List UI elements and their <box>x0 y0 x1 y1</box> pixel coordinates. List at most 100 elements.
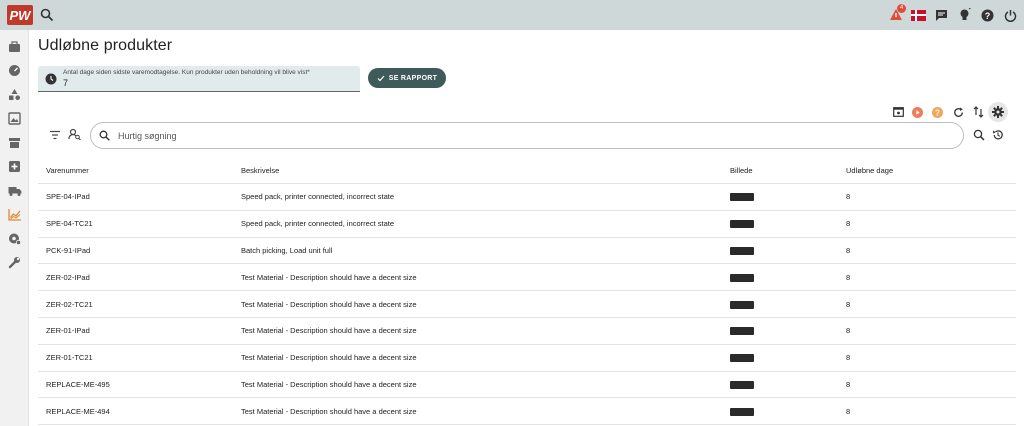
page-title: Udløbne produkter <box>38 37 173 54</box>
sidebar-item-dashboard[interactable] <box>7 63 22 78</box>
cell-sku: PCK-91-IPad <box>46 245 91 255</box>
cell-description: Test Material - Description should have … <box>241 272 417 282</box>
table-settings-button[interactable] <box>988 102 1008 122</box>
cell-description: Test Material - Description should have … <box>241 406 417 416</box>
info-button[interactable]: ? <box>929 104 945 120</box>
cell-description: Test Material - Description should have … <box>241 379 417 389</box>
svg-text:?: ? <box>935 108 940 117</box>
tips-button[interactable] <box>957 8 972 23</box>
product-image-thumbnail[interactable] <box>730 327 754 336</box>
table-row[interactable]: SPE-04-TC21 Speed pack, printer connected… <box>38 211 1016 238</box>
advanced-search-icon[interactable] <box>973 129 985 141</box>
cell-description: Speed pack, printer connected, incorrect… <box>241 219 395 229</box>
history-icon[interactable] <box>992 129 1004 141</box>
table-row[interactable]: ZER-01-TC21 Test Material - Description s… <box>38 345 1016 372</box>
table-row[interactable]: REPLACE-ME-494 Test Material - Descriptio… <box>38 398 1016 426</box>
sort-button[interactable] <box>970 104 986 120</box>
cell-expired-days: 8 <box>846 326 851 336</box>
refresh-button[interactable] <box>950 104 966 120</box>
app-logo[interactable]: PW <box>7 5 33 25</box>
quick-search-box[interactable] <box>90 122 964 149</box>
cell-image <box>722 246 838 255</box>
header-expired-days[interactable]: Udløbne dage <box>838 166 1016 175</box>
alert-button[interactable]: 4 <box>888 3 906 23</box>
search-icon[interactable] <box>40 8 54 22</box>
product-image-thumbnail[interactable] <box>730 273 754 282</box>
cell-image <box>722 380 838 389</box>
language-button[interactable] <box>911 8 926 23</box>
briefcase-icon <box>9 40 20 52</box>
sidebar-item-settings[interactable] <box>7 231 22 246</box>
see-report-label: SE RAPPORT <box>388 74 438 82</box>
cell-description: Speed pack, printer connected, incorrect… <box>241 192 395 202</box>
sidebar-item-tools[interactable] <box>7 255 22 270</box>
shapes-icon <box>9 89 20 100</box>
cell-expired-days: 8 <box>846 245 851 255</box>
header-image[interactable]: Billede <box>722 166 838 175</box>
help-button[interactable]: ? <box>980 8 995 23</box>
check-icon <box>377 75 385 81</box>
cell-sku: ZER-01-IPad <box>46 326 90 336</box>
play-button[interactable] <box>909 104 925 120</box>
svg-text:?: ? <box>985 11 991 21</box>
product-image-thumbnail[interactable] <box>730 407 754 416</box>
table-body: SPE-04-IPad Speed pack, printer connected… <box>38 184 1016 426</box>
days-field-value[interactable]: 7 <box>63 78 68 88</box>
table-row[interactable]: PCK-91-IPad Batch picking, Load unit full… <box>38 238 1016 265</box>
chat-icon <box>936 9 947 21</box>
help-icon: ? <box>981 9 994 21</box>
logo-text: PW <box>10 8 33 23</box>
flag-dk-icon <box>911 9 926 21</box>
header-description[interactable]: Beskrivelse <box>233 166 722 175</box>
cell-image <box>722 407 838 416</box>
image-icon <box>8 112 21 125</box>
table-row[interactable]: ZER-02-TC21 Test Material - Description s… <box>38 291 1016 318</box>
cell-expired-days: 8 <box>846 219 851 229</box>
search-icon <box>99 130 110 141</box>
cell-sku: REPLACE-ME-494 <box>46 406 110 416</box>
sidebar-item-work[interactable] <box>7 39 22 54</box>
product-image-thumbnail[interactable] <box>730 300 754 309</box>
product-image-thumbnail[interactable] <box>730 247 754 255</box>
table-row[interactable]: REPLACE-ME-495 Test Material - Descriptio… <box>38 372 1016 399</box>
sidebar-item-reports[interactable] <box>7 207 22 222</box>
product-image-thumbnail[interactable] <box>730 354 754 363</box>
table-row[interactable]: ZER-02-IPad Test Material - Description s… <box>38 264 1016 292</box>
header-sku[interactable]: Varenummer <box>38 166 233 175</box>
sidebar-item-shipping[interactable] <box>7 183 22 198</box>
sort-arrows-icon <box>973 106 983 118</box>
sidebar-item-media[interactable] <box>7 111 22 126</box>
chat-button[interactable] <box>934 8 949 23</box>
wrench-icon <box>8 257 20 269</box>
product-image-thumbnail[interactable] <box>730 380 754 389</box>
product-image-thumbnail[interactable] <box>730 193 754 202</box>
sidebar <box>0 30 29 426</box>
gear-icon <box>992 106 1004 118</box>
filter-icon[interactable] <box>49 129 61 141</box>
sidebar-item-products[interactable] <box>7 87 22 102</box>
chart-icon <box>7 209 21 221</box>
export-button[interactable] <box>890 104 906 120</box>
product-image-thumbnail[interactable] <box>730 220 754 229</box>
cell-expired-days: 8 <box>846 299 851 309</box>
sidebar-item-store[interactable] <box>7 135 22 150</box>
cell-sku: SPE-04-IPad <box>46 192 90 202</box>
cell-description: Test Material - Description should have … <box>241 299 417 309</box>
table-row[interactable]: ZER-01-IPad Test Material - Description s… <box>38 318 1016 345</box>
window-export-icon <box>892 107 904 117</box>
top-bar: PW 4 ? <box>0 0 1024 30</box>
cell-sku: ZER-02-IPad <box>46 272 90 282</box>
quick-search-input[interactable] <box>118 128 938 143</box>
days-since-receipt-field[interactable]: Antal dage siden sidste varemodtagelse. … <box>38 66 360 92</box>
table-row[interactable]: SPE-04-IPad Speed pack, printer connected… <box>38 184 1016 211</box>
cell-image <box>722 353 838 363</box>
expired-products-table: Varenummer Beskrivelse Billede Udløbne d… <box>38 158 1016 426</box>
logout-button[interactable] <box>1003 8 1018 23</box>
person-search-icon[interactable] <box>68 128 81 141</box>
sidebar-item-medical[interactable] <box>7 159 22 174</box>
see-report-button[interactable]: SE RAPPORT <box>368 68 446 88</box>
cell-sku: REPLACE-ME-495 <box>46 379 110 389</box>
cell-sku: SPE-04-TC21 <box>46 219 93 229</box>
dashboard-gauge-icon <box>9 65 20 76</box>
cell-expired-days: 8 <box>846 272 851 282</box>
